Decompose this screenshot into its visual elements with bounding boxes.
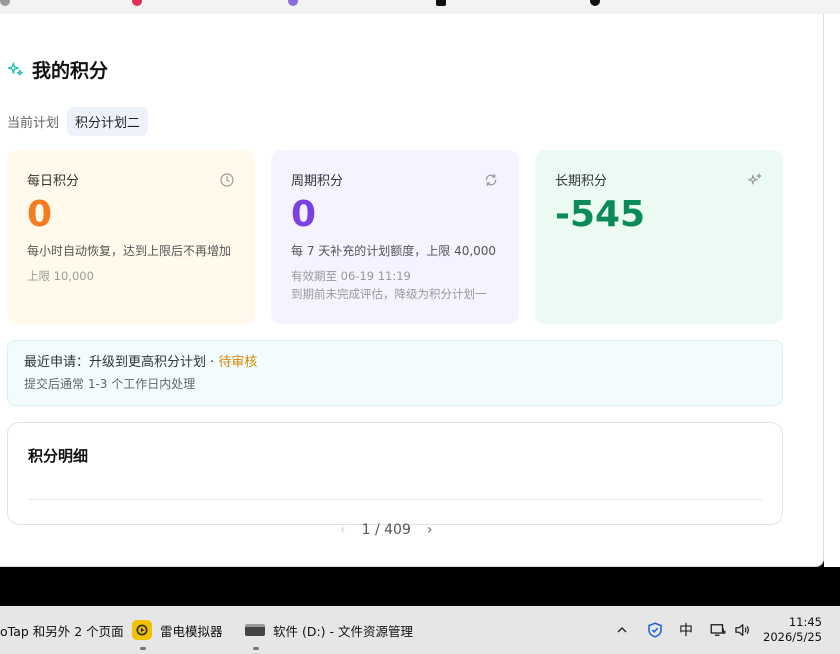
running-indicator — [140, 647, 146, 650]
speaker-icon — [735, 624, 749, 636]
points-detail-title: 积分明细 — [28, 447, 89, 465]
bookmark-fragment-4[interactable] — [436, 0, 452, 8]
taskbar-ldplayer[interactable]: 雷电模拟器 — [132, 606, 223, 654]
tray-volume[interactable] — [733, 606, 751, 654]
status-badge: 待审核 — [218, 355, 258, 370]
refresh-icon — [485, 173, 497, 186]
bookmark-fragment-1[interactable] — [0, 0, 16, 8]
ldplayer-icon — [132, 620, 152, 640]
long-term-points-label: 长期积分 — [555, 174, 608, 189]
bookmark-fragment-2[interactable] — [132, 0, 148, 8]
page-header: 我的积分 — [7, 56, 108, 83]
taskbar-file-explorer[interactable]: 软件 (D:) - 文件资源管理 — [245, 606, 413, 654]
clock-time: 11:45 — [788, 615, 822, 629]
daily-points-limit: 上限 10,000 — [27, 269, 94, 283]
period-points-desc: 每 7 天补充的计划额度，上限 40,000 — [291, 244, 497, 258]
bookmark-fragment-3[interactable] — [288, 0, 304, 8]
clock-date: 2026/5/25 — [763, 630, 822, 644]
notice-detail: 提交后通常 1-3 个工作日内处理 — [24, 377, 196, 391]
points-detail-panel: 积分明细 — [7, 422, 783, 525]
divider — [28, 499, 762, 500]
points-page: 我的积分 当前计划 积分计划二 每日积分 0 每小时自动恢复，达到上限后不再增加… — [0, 14, 824, 567]
period-points-expiry: 有效期至 06-19 11:19 — [291, 269, 411, 283]
browser-bookmark-strip — [0, 0, 840, 14]
daily-points-desc: 每小时自动恢复，达到上限后不再增加 — [27, 244, 232, 258]
taskbar-file-explorer-label: 软件 (D:) - 文件资源管理 — [273, 623, 414, 639]
drive-icon — [245, 624, 265, 636]
long-term-points-card: 长期积分 -545 — [535, 150, 783, 324]
shield-icon — [648, 622, 662, 638]
long-term-points-value: -545 — [555, 194, 646, 235]
prev-page-button[interactable]: ‹ — [340, 522, 346, 538]
next-page-button[interactable]: › — [427, 522, 433, 538]
taskbar-browser-label: oTap 和另外 2 个页面 — [0, 623, 124, 639]
sparkle-icon — [748, 173, 762, 185]
window-edge — [824, 14, 840, 567]
period-points-note: 到期前未完成评估，降级为积分计划一 — [291, 287, 487, 301]
running-indicator — [253, 647, 259, 650]
ime-indicator: 中 — [679, 623, 693, 639]
sparkle-icon — [7, 62, 23, 76]
tray-network[interactable] — [709, 606, 727, 654]
page-title: 我的积分 — [32, 60, 109, 82]
period-points-card: 周期积分 0 每 7 天补充的计划额度，上限 40,000 有效期至 06-19… — [271, 150, 519, 324]
taskbar: oTap 和另外 2 个页面 雷电模拟器 软件 (D:) - 文件资源管理 中 … — [0, 606, 840, 654]
clock-icon — [220, 172, 234, 187]
taskbar-ldplayer-label: 雷电模拟器 — [160, 623, 223, 639]
tray-overflow[interactable] — [614, 606, 630, 654]
pagination: ‹ 1 / 409 › — [340, 522, 432, 538]
daily-points-label: 每日积分 — [27, 174, 80, 189]
recent-application-notice: 最近申请：升级到更高积分计划 · 待审核 提交后通常 1-3 个工作日内处理 — [7, 340, 783, 406]
bookmark-fragment-5[interactable] — [590, 0, 606, 8]
period-points-label: 周期积分 — [291, 174, 344, 189]
system-clock[interactable]: 11:45 2026/5/25 — [763, 615, 822, 645]
period-points-value: 0 — [291, 194, 317, 235]
daily-points-value: 0 — [27, 194, 53, 235]
chevron-up-icon — [617, 627, 627, 633]
tray-security[interactable] — [646, 606, 664, 654]
network-icon — [710, 624, 726, 636]
notice-text: 最近申请：升级到更高积分计划 · — [24, 355, 219, 370]
page-indicator: 1 / 409 — [361, 522, 411, 538]
taskbar-browser[interactable]: oTap 和另外 2 个页面 — [0, 606, 124, 654]
current-plan: 当前计划 积分计划二 — [7, 107, 149, 136]
current-plan-label: 当前计划 — [7, 116, 60, 131]
daily-points-card: 每日积分 0 每小时自动恢复，达到上限后不再增加 上限 10,000 — [7, 150, 255, 324]
tray-ime[interactable]: 中 — [679, 606, 693, 654]
current-plan-badge: 积分计划二 — [67, 107, 149, 136]
